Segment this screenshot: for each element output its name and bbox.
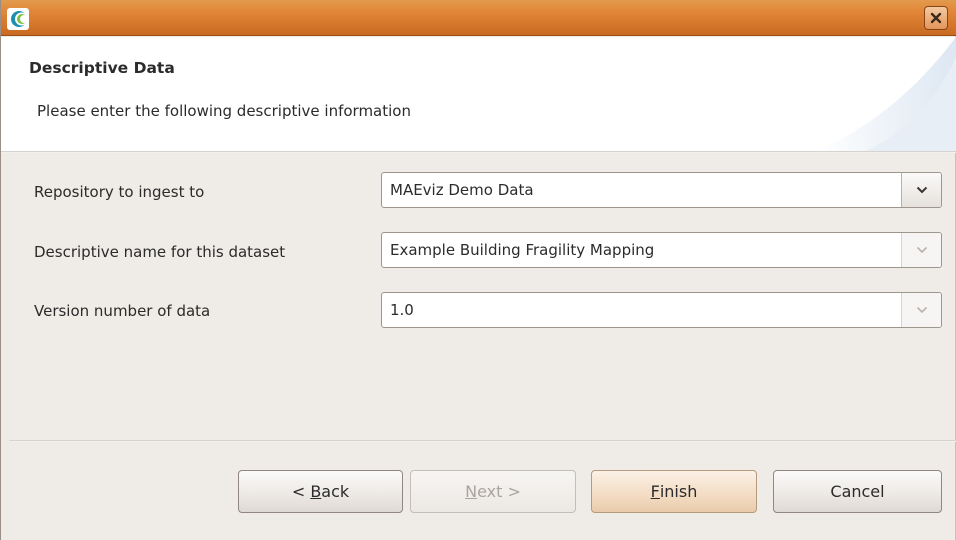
back-mnemonic: B [310, 482, 322, 501]
next-rest: ext > [477, 482, 521, 501]
header-divider [1, 151, 956, 153]
chevron-down-icon [916, 186, 927, 194]
cancel-label: Cancel [830, 482, 885, 501]
wizard-header: Descriptive Data Please enter the follow… [1, 37, 956, 151]
button-bar-divider [9, 440, 956, 442]
back-prefix: < [291, 482, 311, 501]
repository-dropdown-button[interactable] [901, 173, 941, 207]
cancel-button[interactable]: Cancel [773, 470, 942, 513]
back-button[interactable]: < Back [238, 470, 403, 513]
wizard-dialog: Descriptive Data Please enter the follow… [0, 0, 956, 540]
title-bar[interactable] [1, 0, 956, 36]
finish-mnemonic: F [650, 482, 660, 501]
close-button[interactable] [924, 6, 948, 30]
finish-button[interactable]: Finish [591, 470, 757, 513]
version-dropdown-button [901, 293, 941, 327]
version-value: 1.0 [390, 301, 414, 319]
page-title: Descriptive Data [29, 59, 175, 77]
page-description: Please enter the following descriptive i… [37, 102, 411, 120]
back-rest: ack [321, 482, 350, 501]
dataset-name-combo[interactable]: Example Building Fragility Mapping [381, 232, 942, 268]
repository-combo[interactable]: MAEviz Demo Data [381, 172, 942, 208]
dataset-name-label: Descriptive name for this dataset [34, 243, 286, 261]
dataset-name-dropdown-button [901, 233, 941, 267]
chevron-down-icon [916, 246, 927, 254]
repository-value: MAEviz Demo Data [390, 181, 534, 199]
close-icon [930, 12, 942, 24]
finish-rest: inish [659, 482, 698, 501]
dataset-name-value: Example Building Fragility Mapping [390, 241, 655, 259]
version-combo[interactable]: 1.0 [381, 292, 942, 328]
header-decoration-icon [816, 37, 956, 151]
repository-label: Repository to ingest to [34, 183, 205, 201]
version-label: Version number of data [34, 302, 211, 320]
next-button[interactable]: Next > [410, 470, 576, 513]
crescent-logo-icon [7, 8, 29, 30]
next-mnemonic: N [465, 482, 478, 501]
chevron-down-icon [916, 306, 927, 314]
